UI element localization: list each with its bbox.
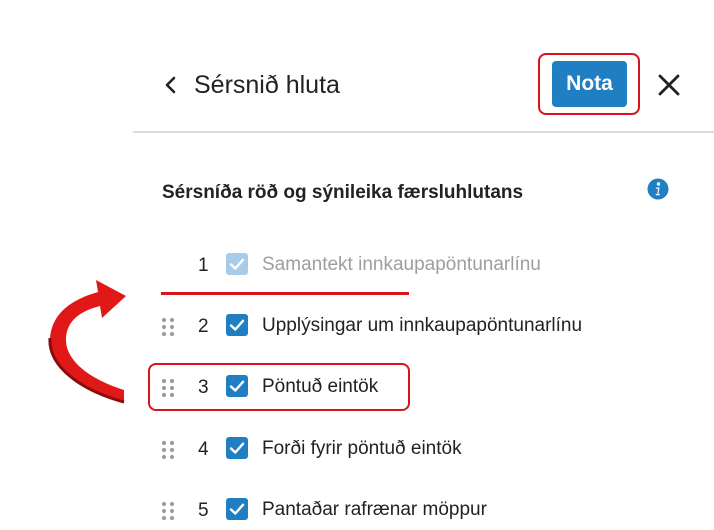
back-chevron-icon[interactable] xyxy=(160,72,182,98)
item-label: Pantaðar rafrænar möppur xyxy=(262,499,487,520)
item-checkbox[interactable] xyxy=(226,314,248,336)
item-label: Samantekt innkaupapöntunarlínu xyxy=(262,254,541,275)
item-checkbox[interactable] xyxy=(226,375,248,397)
close-icon[interactable] xyxy=(656,72,682,98)
item-number: 4 xyxy=(198,439,209,460)
panel-title: Sérsnið hluta xyxy=(194,71,340,99)
drag-handle-icon[interactable] xyxy=(160,377,176,399)
item-number: 1 xyxy=(198,255,209,276)
info-icon[interactable] xyxy=(647,178,669,200)
apply-button[interactable]: Nota xyxy=(552,61,627,107)
annotation-underline xyxy=(161,292,409,295)
drag-handle-icon[interactable] xyxy=(160,500,176,522)
item-number: 2 xyxy=(198,316,209,337)
section-heading: Sérsníða röð og sýnileika færsluhlutans xyxy=(162,182,524,203)
item-label: Pöntuð eintök xyxy=(262,376,379,397)
drag-handle-icon[interactable] xyxy=(160,316,176,338)
item-number: 5 xyxy=(198,500,209,521)
item-number: 3 xyxy=(198,377,209,398)
item-label: Upplýsingar um innkaupapöntunarlínu xyxy=(262,315,583,336)
item-label: Forði fyrir pöntuð eintök xyxy=(262,438,462,459)
drag-handle-icon[interactable] xyxy=(160,439,176,461)
item-checkbox[interactable] xyxy=(226,437,248,459)
item-checkbox-disabled xyxy=(226,253,248,275)
curved-arrow-annotation xyxy=(40,262,140,412)
header-divider xyxy=(133,131,714,133)
item-checkbox[interactable] xyxy=(226,498,248,520)
